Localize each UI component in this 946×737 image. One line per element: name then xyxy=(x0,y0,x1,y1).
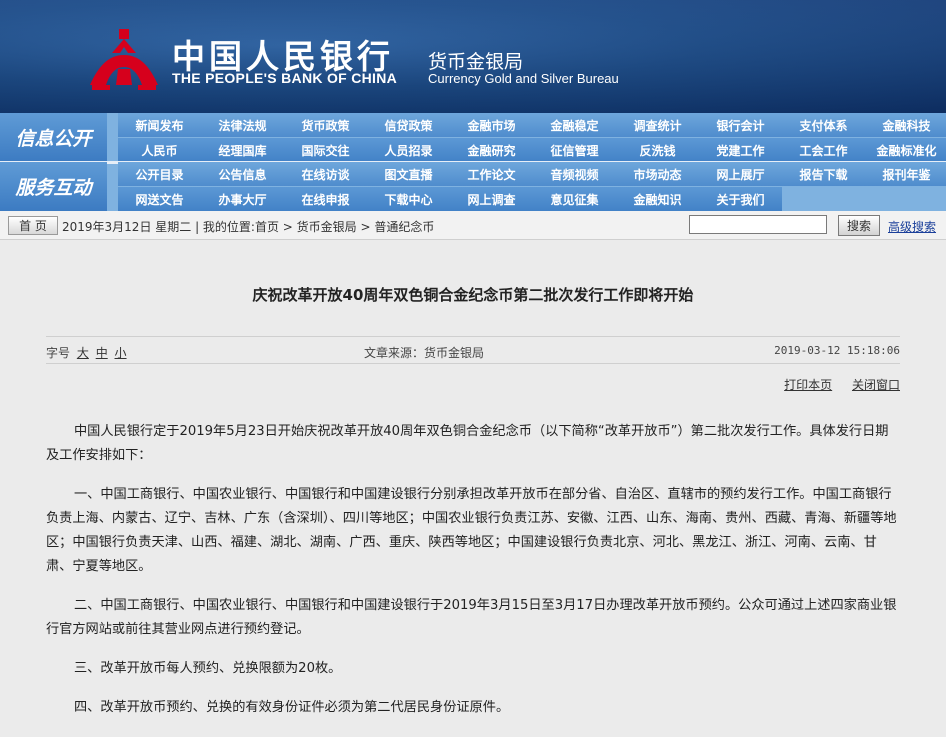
print-link[interactable]: 打印本页 xyxy=(784,378,832,392)
nav-item[interactable]: 新闻发布 xyxy=(118,113,201,137)
nav-item[interactable]: 经理国库 xyxy=(201,138,284,162)
nav-item[interactable]: 报告下载 xyxy=(782,162,865,186)
bureau-name-cn: 货币金银局 xyxy=(428,51,524,73)
nav-item[interactable]: 工会工作 xyxy=(782,138,865,162)
nav-item[interactable]: 金融市场 xyxy=(450,113,533,137)
nav-section-info: 信息公开 新闻发布 法律法规 货币政策 信贷政策 金融市场 金融稳定 调查统计 银行会计 支付体… xyxy=(0,113,946,162)
nav-item[interactable]: 法律法规 xyxy=(201,113,284,137)
article-paragraph: 二、中国工商银行、中国农业银行、中国银行和中国建设银行于2019年3月15日至3… xyxy=(46,598,897,637)
nav-item[interactable]: 反洗钱 xyxy=(616,138,699,162)
main-nav: 信息公开 新闻发布 法律法规 货币政策 信贷政策 金融市场 金融稳定 调查统计 银行会计 支付体… xyxy=(0,113,946,211)
font-size-control: 字号 大 中 小 xyxy=(46,344,127,361)
nav-item[interactable]: 支付体系 xyxy=(782,113,865,137)
nav-item[interactable]: 金融知识 xyxy=(616,187,699,211)
nav-item[interactable]: 国际交往 xyxy=(284,138,367,162)
font-large-link[interactable]: 大 xyxy=(77,346,89,360)
nav-item[interactable]: 图文直播 xyxy=(367,162,450,186)
nav-item[interactable]: 工作论文 xyxy=(450,162,533,186)
article-datetime: 2019-03-12 15:18:06 xyxy=(774,344,900,357)
article-paragraph: 四、改革开放币预约、兑换的有效身份证件必须为第二代居民身份证原件。 xyxy=(74,700,510,715)
article-source: 文章来源：货币金银局 xyxy=(364,346,485,360)
nav-item[interactable]: 意见征集 xyxy=(533,187,616,211)
nav-item[interactable]: 金融科技 xyxy=(865,113,946,137)
nav-item[interactable]: 金融稳定 xyxy=(533,113,616,137)
site-name-en: THE PEOPLE'S BANK OF CHINA xyxy=(172,70,398,86)
nav-item[interactable]: 关于我们 xyxy=(699,187,782,211)
search-button[interactable]: 搜索 xyxy=(838,215,880,236)
article-body: 中国人民银行定于2019年5月23日开始庆祝改革开放40周年双色铜合金纪念币（以… xyxy=(46,420,900,735)
nav-item[interactable]: 报刊年鉴 xyxy=(865,162,946,186)
bureau-name-en: Currency Gold and Silver Bureau xyxy=(428,71,619,86)
nav-item[interactable]: 下载中心 xyxy=(367,187,450,211)
home-button[interactable]: 首 页 xyxy=(8,216,58,235)
nav-section-service: 服务互动 公开目录 公告信息 在线访谈 图文直播 工作论文 音频视频 市场动态 网上展厅 报告下… xyxy=(0,162,946,211)
nav-grid-info: 新闻发布 法律法规 货币政策 信贷政策 金融市场 金融稳定 调查统计 银行会计 支付体系 金融科技… xyxy=(118,113,946,162)
nav-item[interactable]: 公告信息 xyxy=(201,162,284,186)
nav-label-service: 服务互动 xyxy=(0,162,107,211)
nav-item[interactable]: 办事大厅 xyxy=(201,187,284,211)
nav-item[interactable]: 调查统计 xyxy=(616,113,699,137)
article-paragraph: 三、改革开放币每人预约、兑换限额为20枚。 xyxy=(74,661,342,676)
nav-item[interactable]: 人民币 xyxy=(118,138,201,162)
article-tools: 打印本页 关闭窗口 xyxy=(768,376,900,393)
font-size-label: 字号 xyxy=(46,346,71,360)
nav-item[interactable]: 货币政策 xyxy=(284,113,367,137)
breadcrumb: 2019年3月12日 星期二 | 我的位置:首页 > 货币金银局 > 普通纪念币 xyxy=(62,220,435,234)
article-paragraph: 一、中国工商银行、中国农业银行、中国银行和中国建设银行分别承担改革开放币在部分省… xyxy=(46,487,897,574)
nav-item[interactable]: 网送文告 xyxy=(118,187,201,211)
font-medium-link[interactable]: 中 xyxy=(96,346,108,360)
nav-item[interactable]: 党建工作 xyxy=(699,138,782,162)
site-banner: 中国人民银行 THE PEOPLE'S BANK OF CHINA 货币金银局 … xyxy=(0,0,946,113)
article-paragraph: 中国人民银行定于2019年5月23日开始庆祝改革开放40周年双色铜合金纪念币（以… xyxy=(46,424,889,463)
nav-item[interactable]: 音频视频 xyxy=(533,162,616,186)
nav-grid-service: 公开目录 公告信息 在线访谈 图文直播 工作论文 音频视频 市场动态 网上展厅 报告下载 报刊年鉴… xyxy=(118,162,946,211)
nav-item[interactable]: 网上展厅 xyxy=(699,162,782,186)
nav-item[interactable]: 征信管理 xyxy=(533,138,616,162)
close-window-link[interactable]: 关闭窗口 xyxy=(852,378,900,392)
nav-item[interactable]: 信贷政策 xyxy=(367,113,450,137)
nav-item[interactable]: 市场动态 xyxy=(616,162,699,186)
search-input[interactable] xyxy=(689,215,827,234)
advanced-search-link[interactable]: 高级搜索 xyxy=(888,218,936,235)
breadcrumb-bar: 首 页 2019年3月12日 星期二 | 我的位置:首页 > 货币金银局 > 普… xyxy=(0,211,946,240)
nav-item[interactable]: 人员招录 xyxy=(367,138,450,162)
nav-item[interactable]: 金融研究 xyxy=(450,138,533,162)
nav-item[interactable]: 银行会计 xyxy=(699,113,782,137)
nav-item[interactable]: 在线访谈 xyxy=(284,162,367,186)
nav-item[interactable]: 金融标准化 xyxy=(865,138,946,162)
nav-item[interactable]: 在线申报 xyxy=(284,187,367,211)
article-title: 庆祝改革开放40周年双色铜合金纪念币第二批次发行工作即将开始 xyxy=(252,286,694,304)
nav-label-info: 信息公开 xyxy=(0,113,107,162)
article-meta: 字号 大 中 小 文章来源：货币金银局 2019-03-12 15:18:06 xyxy=(46,336,900,364)
font-small-link[interactable]: 小 xyxy=(115,346,127,360)
nav-item[interactable]: 公开目录 xyxy=(118,162,201,186)
nav-item[interactable]: 网上调查 xyxy=(450,187,533,211)
pboc-logo-icon[interactable] xyxy=(88,27,160,91)
